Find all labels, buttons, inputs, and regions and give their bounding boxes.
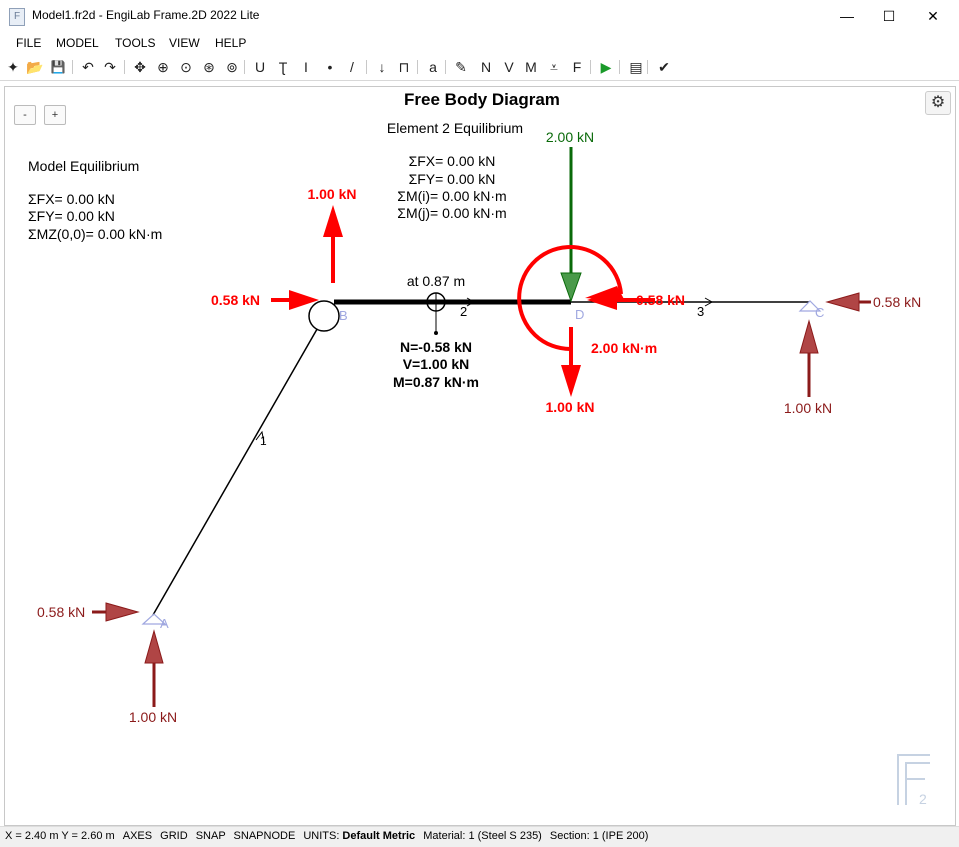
hinge-node-b[interactable] [308,300,340,332]
diagram-title: Free Body Diagram [404,90,560,109]
element-3-label: 3 [697,304,704,319]
status-grid-toggle[interactable]: GRID [160,830,188,842]
toolbar: ✦ 📂 💾 ↶ ↷ ✥ ⊕ ⊙ ⊛ ⊚ U Ʈ I • / ↓ ⊓ a ✎ N V M ⩡ F ▶ ▤ ✔ [0,54,959,81]
title-bar: F Model1.fr2d - EngiLab Frame.2D 2022 Li… [0,0,959,32]
element-load-icon[interactable]: ⊓ [395,57,413,77]
drawing-canvas[interactable]: - + ⚙ Free Body Diagram Element 2 Equili… [4,86,956,826]
force-b-horizontal-label: 0.58 kN [211,292,260,308]
status-section[interactable]: Section: 1 (IPE 200) [550,830,648,842]
zoom-extents-icon[interactable]: ⊙ [177,57,195,77]
element-eq-fy: ΣFY= 0.00 kN [409,171,496,187]
check-icon[interactable]: ✔ [655,57,673,77]
toolbar-separator [124,60,125,74]
probe-moment: M=0.87 kN·m [393,374,479,390]
zoom-window-icon[interactable]: ⊛ [200,57,218,77]
reaction-c-vertical-label: 1.00 kN [784,400,832,416]
force-d-vertical-label: 1.00 kN [545,399,594,415]
toolbar-separator [590,60,591,74]
moment-d-label: 2.00 kN·m [591,340,657,356]
model-eq-mz: ΣMZ(0,0)= 0.00 kN·m [28,226,162,242]
menu-view[interactable]: VIEW [169,36,200,50]
element-eq-mj: ΣM(j)= 0.00 kN·m [397,205,506,221]
minimize-button[interactable]: — [825,4,869,28]
app-logo-icon: F [9,8,25,26]
status-units-label: UNITS: [303,830,340,842]
toolbar-separator [366,60,367,74]
node-label-c: C [815,305,824,320]
toolbar-separator [619,60,620,74]
model-eq-fy: ΣFY= 0.00 kN [28,208,115,224]
node-label-b: B [339,308,348,323]
toolbar-separator [72,60,73,74]
element-icon[interactable]: / [343,57,361,77]
reaction-a-horizontal-label: 0.58 kN [37,604,85,620]
element-equilibrium-title: Element 2 Equilibrium [387,120,523,136]
save-icon[interactable]: 💾 [49,57,67,77]
dimension-icon[interactable]: a [424,57,442,77]
probe-axial-force: N=-0.58 kN [400,339,472,355]
node-label-a: A [160,616,169,631]
toolbar-separator [417,60,418,74]
menu-bar: FILE MODEL TOOLS VIEW HELP [0,32,959,54]
reaction-a-vertical-label: 1.00 kN [129,709,177,725]
element-2-label: 2 [460,304,467,319]
free-body-diagram: Free Body Diagram Element 2 Equilibrium … [28,90,930,807]
section-icon[interactable]: Ʈ [274,57,292,77]
svg-text:2: 2 [919,791,927,807]
reaction-c-horizontal-label: 0.58 kN [873,294,921,310]
shear-force-icon[interactable]: V [500,57,518,77]
free-body-icon[interactable]: F [568,57,586,77]
menu-help[interactable]: HELP [215,36,246,50]
status-units-value[interactable]: Default Metric [342,830,415,842]
element-1-label: 1 [260,434,267,448]
zoom-previous-icon[interactable]: ⊚ [223,57,241,77]
maximize-button[interactable]: ☐ [867,4,911,28]
nodal-load-icon[interactable]: ↓ [373,57,391,77]
report-icon[interactable]: ▤ [627,57,645,77]
force-b-vertical-label: 1.00 kN [307,186,356,202]
element-eq-mi: ΣM(i)= 0.00 kN·m [397,188,506,204]
status-coordinates: X = 2.40 m Y = 2.60 m [5,830,115,842]
status-axes-toggle[interactable]: AXES [123,830,152,842]
edit-pencil-icon[interactable]: ✎ [452,57,470,77]
probe-position-label: at 0.87 m [407,273,465,289]
zoom-in-icon[interactable]: ⊕ [154,57,172,77]
reactions-icon[interactable]: ⩡ [545,57,563,77]
close-button[interactable]: ✕ [911,4,955,28]
support-icon[interactable]: U [251,57,269,77]
menu-model[interactable]: MODEL [56,36,99,50]
axial-force-icon[interactable]: N [477,57,495,77]
undo-icon[interactable]: ↶ [79,57,97,77]
element-eq-fx: ΣFX= 0.00 kN [409,153,496,169]
toolbar-separator [647,60,648,74]
model-eq-fx: ΣFX= 0.00 kN [28,191,115,207]
material-icon[interactable]: I [297,57,315,77]
toolbar-separator [445,60,446,74]
force-d-horizontal-label: 0.58 kN [636,292,685,308]
force-d-applied-label: 2.00 kN [546,129,594,145]
model-equilibrium-title: Model Equilibrium [28,158,139,174]
redo-icon[interactable]: ↷ [101,57,119,77]
open-folder-icon[interactable]: 📂 [26,57,44,77]
node-icon[interactable]: • [321,57,339,77]
app-watermark-logo: 2 [897,754,930,807]
node-label-d: D [575,307,584,322]
run-analysis-icon[interactable]: ▶ [597,57,615,77]
menu-tools[interactable]: TOOLS [115,36,155,50]
status-snap-toggle[interactable]: SNAP [196,830,226,842]
status-bar: X = 2.40 m Y = 2.60 m AXES GRID SNAP SNA… [0,826,959,847]
probe-shear-force: V=1.00 kN [403,356,470,372]
status-snapnode-toggle[interactable]: SNAPNODE [234,830,296,842]
element-1-line[interactable] [152,316,325,616]
toolbar-separator [244,60,245,74]
status-material[interactable]: Material: 1 (Steel S 235) [423,830,542,842]
menu-file[interactable]: FILE [16,36,41,50]
window-title: Model1.fr2d - EngiLab Frame.2D 2022 Lite [32,8,260,22]
moment-icon[interactable]: M [522,57,540,77]
pan-icon[interactable]: ✥ [131,57,149,77]
new-file-icon[interactable]: ✦ [4,57,22,77]
